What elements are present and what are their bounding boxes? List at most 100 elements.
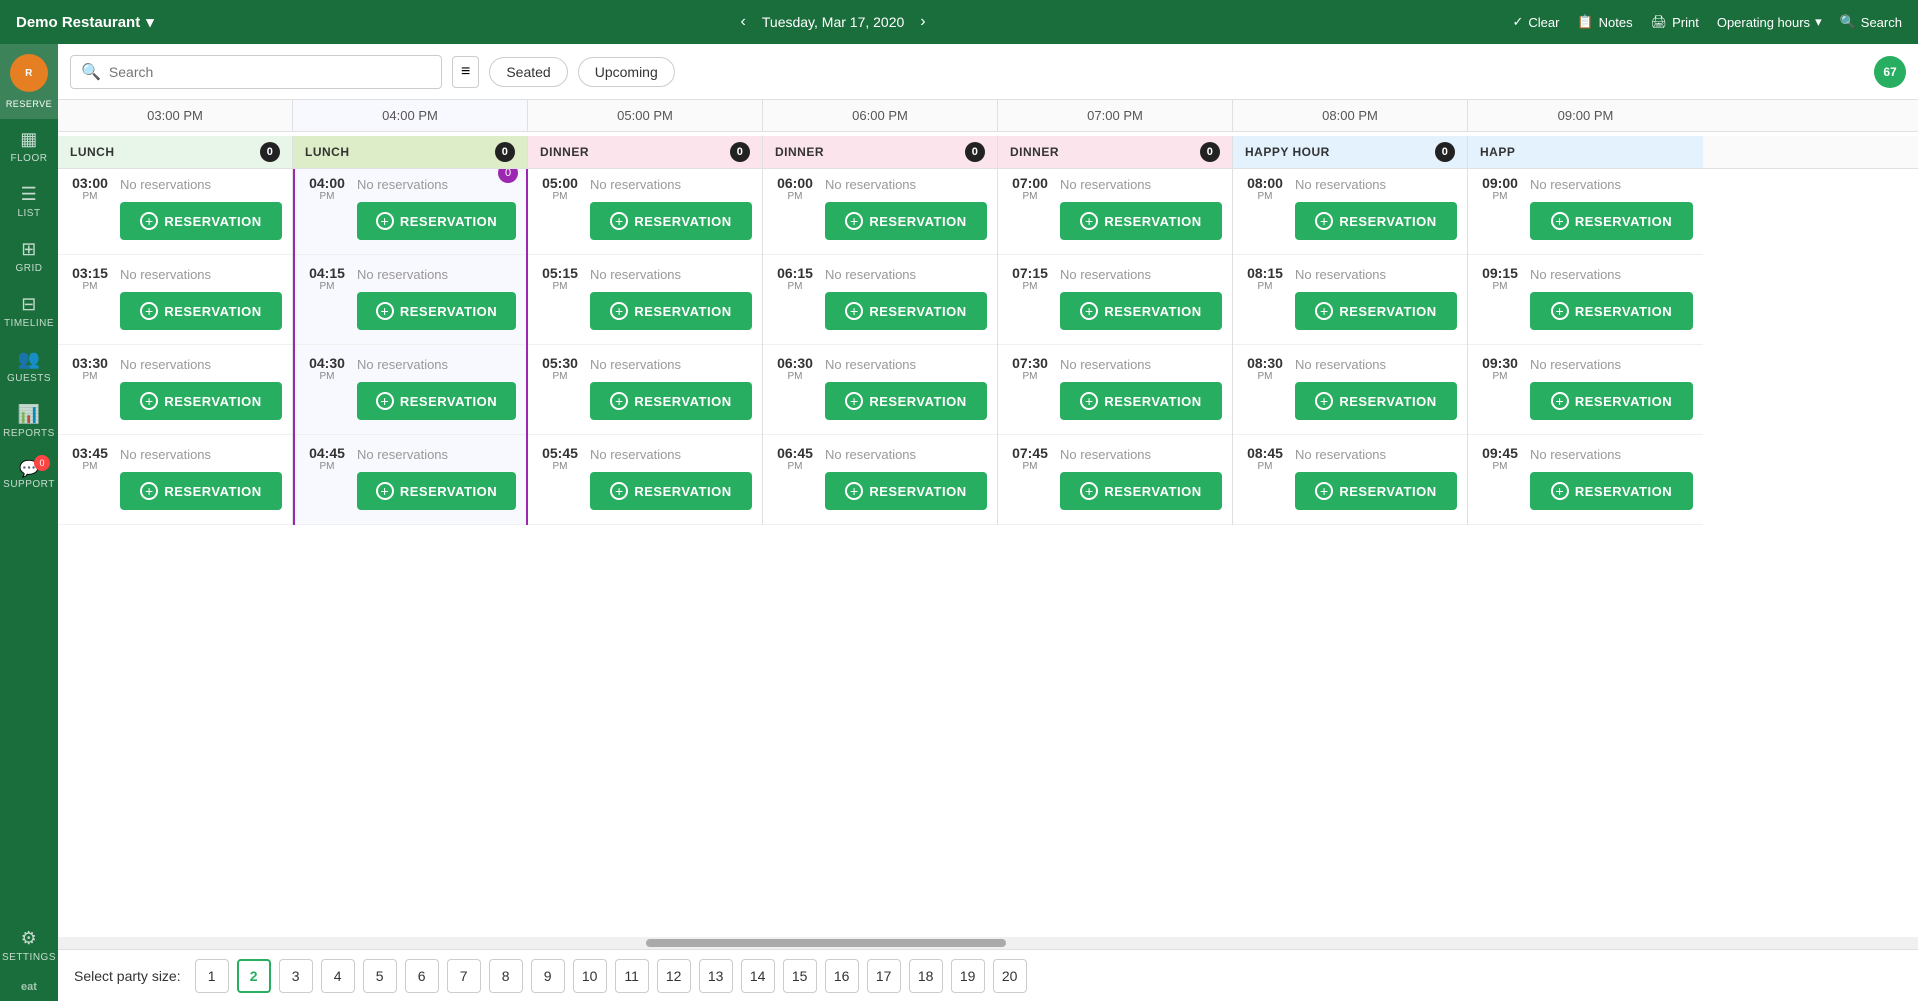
restaurant-selector[interactable]: Demo Restaurant ▾: [16, 13, 154, 31]
time-header-2: 05:00 PM: [528, 100, 763, 131]
tab-upcoming[interactable]: Upcoming: [578, 57, 675, 87]
grid-icon: ⊞: [21, 239, 37, 260]
add-reservation-0730[interactable]: +RESERVATION: [1060, 382, 1222, 420]
slot-content-0315: No reservations +RESERVATION: [120, 263, 282, 330]
check-icon: ✓: [1512, 14, 1523, 30]
party-size-11[interactable]: 11: [615, 959, 649, 993]
tab-seated[interactable]: Seated: [489, 57, 567, 87]
party-size-4[interactable]: 4: [321, 959, 355, 993]
horizontal-scrollbar[interactable]: [58, 937, 1918, 949]
party-size-13[interactable]: 13: [699, 959, 733, 993]
plus-icon: +: [140, 302, 158, 320]
add-reservation-0545[interactable]: +RESERVATION: [590, 472, 752, 510]
filter-button[interactable]: ≡: [452, 56, 479, 88]
add-reservation-0300[interactable]: +RESERVATION: [120, 202, 282, 240]
add-reservation-0945[interactable]: +RESERVATION: [1530, 472, 1693, 510]
party-size-14[interactable]: 14: [741, 959, 775, 993]
add-reservation-0430[interactable]: +RESERVATION: [357, 382, 516, 420]
sidebar-item-list[interactable]: ☰ LIST: [0, 174, 58, 229]
plus-icon: +: [140, 212, 158, 230]
service-badge-4: 0: [1200, 142, 1220, 162]
sidebar-item-reserve[interactable]: R RESERVE: [0, 44, 58, 119]
party-size-2[interactable]: 2: [237, 959, 271, 993]
schedule-container[interactable]: 03:00 PM 04:00 PM 05:00 PM 06:00 PM 07:0…: [58, 100, 1918, 937]
prev-date-button[interactable]: ‹: [737, 9, 750, 35]
add-reservation-0800[interactable]: +RESERVATION: [1295, 202, 1457, 240]
party-size-12[interactable]: 12: [657, 959, 691, 993]
slot-content-0730: No reservations +RESERVATION: [1060, 353, 1222, 420]
party-size-20[interactable]: 20: [993, 959, 1027, 993]
add-reservation-0445[interactable]: +RESERVATION: [357, 472, 516, 510]
party-size-18[interactable]: 18: [909, 959, 943, 993]
add-reservation-0345[interactable]: +RESERVATION: [120, 472, 282, 510]
service-label-1: LUNCH: [305, 145, 350, 159]
schedule-table: 03:00 PM 04:00 PM 05:00 PM 06:00 PM 07:0…: [58, 100, 1918, 525]
top-nav: Demo Restaurant ▾ ‹ Tuesday, Mar 17, 202…: [0, 0, 1918, 44]
col-04pm: 0 04:00PM No reservations +RESERVATION 0…: [293, 165, 528, 525]
add-reservation-0500[interactable]: +RESERVATION: [590, 202, 752, 240]
add-reservation-0400[interactable]: +RESERVATION: [357, 202, 516, 240]
time-0845: 08:45PM: [1243, 443, 1287, 472]
sidebar-item-reports[interactable]: 📊 REPORTS: [0, 394, 58, 449]
add-reservation-0700[interactable]: +RESERVATION: [1060, 202, 1222, 240]
party-size-17[interactable]: 17: [867, 959, 901, 993]
add-reservation-0645[interactable]: +RESERVATION: [825, 472, 987, 510]
next-date-button[interactable]: ›: [916, 9, 929, 35]
eat-logo: eat: [21, 973, 37, 1001]
sidebar-item-grid[interactable]: ⊞ GRID: [0, 229, 58, 284]
add-reservation-0745[interactable]: +RESERVATION: [1060, 472, 1222, 510]
add-reservation-0915[interactable]: +RESERVATION: [1530, 292, 1693, 330]
party-size-6[interactable]: 6: [405, 959, 439, 993]
sidebar-item-floor[interactable]: ▦ FLOOR: [0, 119, 58, 174]
notes-button[interactable]: 📋 Notes: [1577, 14, 1632, 30]
sidebar-item-settings[interactable]: ⚙ SETTINGS: [0, 918, 58, 973]
party-size-8[interactable]: 8: [489, 959, 523, 993]
add-reservation-0900[interactable]: +RESERVATION: [1530, 202, 1693, 240]
sidebar-item-support-wrap[interactable]: 💬 SUPPORT 0: [0, 449, 58, 500]
slot-content-0345: No reservations +RESERVATION: [120, 443, 282, 510]
party-size-3[interactable]: 3: [279, 959, 313, 993]
slot-content-0745: No reservations +RESERVATION: [1060, 443, 1222, 510]
add-reservation-0415[interactable]: +RESERVATION: [357, 292, 516, 330]
add-reservation-0715[interactable]: +RESERVATION: [1060, 292, 1222, 330]
sidebar-item-guests[interactable]: 👥 GUESTS: [0, 339, 58, 394]
slot-content-0300: No reservations +RESERVATION: [120, 173, 282, 240]
party-size-19[interactable]: 19: [951, 959, 985, 993]
col-07pm: 07:00PM No reservations +RESERVATION 07:…: [998, 165, 1233, 525]
party-size-5[interactable]: 5: [363, 959, 397, 993]
scrollbar-thumb[interactable]: [646, 939, 1006, 947]
sidebar-item-timeline[interactable]: ⊟ TIMELINE: [0, 284, 58, 339]
add-reservation-0930[interactable]: +RESERVATION: [1530, 382, 1693, 420]
no-res-0800: No reservations: [1295, 173, 1457, 196]
search-button[interactable]: 🔍 Search: [1840, 14, 1902, 30]
add-reservation-0830[interactable]: +RESERVATION: [1295, 382, 1457, 420]
search-input[interactable]: [109, 64, 431, 80]
list-icon: ☰: [21, 184, 38, 205]
add-reservation-0615[interactable]: +RESERVATION: [825, 292, 987, 330]
add-reservation-0315[interactable]: +RESERVATION: [120, 292, 282, 330]
party-size-10[interactable]: 10: [573, 959, 607, 993]
reserve-circle: R: [10, 54, 48, 92]
operating-hours-button[interactable]: Operating hours ▾: [1717, 14, 1822, 30]
add-reservation-0630[interactable]: +RESERVATION: [825, 382, 987, 420]
add-reservation-0330[interactable]: +RESERVATION: [120, 382, 282, 420]
search-box[interactable]: 🔍: [70, 55, 442, 89]
no-res-0315: No reservations: [120, 263, 282, 286]
add-reservation-0515[interactable]: +RESERVATION: [590, 292, 752, 330]
party-size-16[interactable]: 16: [825, 959, 859, 993]
service-4: DINNER 0: [998, 136, 1233, 168]
party-size-15[interactable]: 15: [783, 959, 817, 993]
print-button[interactable]: 🖨 Print: [1651, 14, 1699, 30]
slot-0900: 09:00PM No reservations +RESERVATION: [1468, 165, 1703, 255]
party-size-1[interactable]: 1: [195, 959, 229, 993]
time-0715: 07:15PM: [1008, 263, 1052, 292]
party-size-9[interactable]: 9: [531, 959, 565, 993]
add-reservation-0845[interactable]: +RESERVATION: [1295, 472, 1457, 510]
add-reservation-0600[interactable]: +RESERVATION: [825, 202, 987, 240]
add-reservation-0815[interactable]: +RESERVATION: [1295, 292, 1457, 330]
party-size-7[interactable]: 7: [447, 959, 481, 993]
service-label-5: HAPPY HOUR: [1245, 145, 1330, 159]
slot-0915: 09:15PM No reservations +RESERVATION: [1468, 255, 1703, 345]
add-reservation-0530[interactable]: +RESERVATION: [590, 382, 752, 420]
clear-button[interactable]: ✓ Clear: [1512, 14, 1559, 30]
